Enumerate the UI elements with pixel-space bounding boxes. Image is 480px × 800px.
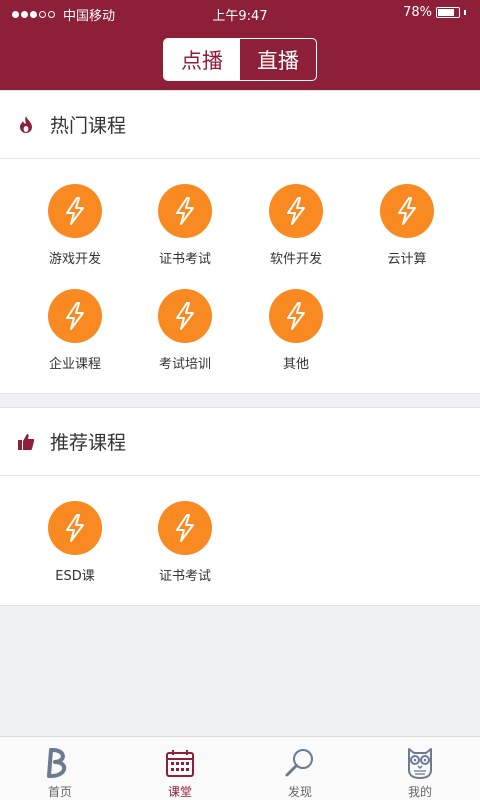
- magnifier-icon: [284, 745, 316, 781]
- recommended-courses-section: 推荐课程 ESD课 证书考试: [0, 407, 480, 606]
- battery-indicator: 78%: [403, 5, 466, 20]
- tab-label: 发现: [287, 785, 312, 799]
- tab-on-demand[interactable]: 点播: [164, 39, 240, 80]
- content-type-switch: 点播 直播: [163, 38, 317, 81]
- status-bar: 中国移动 上午9:47 78%: [0, 0, 480, 26]
- tab-live[interactable]: 直播: [240, 39, 316, 80]
- course-item[interactable]: 证书考试: [130, 184, 240, 267]
- tab-classroom[interactable]: 课堂: [120, 737, 240, 800]
- lightning-icon: [48, 501, 102, 555]
- course-item[interactable]: 软件开发: [241, 184, 351, 267]
- tab-discover[interactable]: 发现: [240, 737, 360, 800]
- lightning-icon: [48, 184, 102, 238]
- course-item[interactable]: ESD课: [20, 501, 130, 584]
- lightning-icon: [158, 184, 212, 238]
- recommended-courses-header: 推荐课程: [0, 408, 480, 476]
- lightning-icon: [158, 289, 212, 343]
- hot-courses-section: 热门课程 游戏开发 证书考试 软件开发 云计算 企业课程 考试培训 其他: [0, 90, 480, 394]
- course-item[interactable]: 其他: [241, 289, 351, 372]
- course-label: 游戏开发: [48, 252, 101, 267]
- course-item[interactable]: 考试培训: [130, 289, 240, 372]
- flame-icon: [16, 115, 36, 135]
- lightning-icon: [48, 289, 102, 343]
- course-item[interactable]: 企业课程: [20, 289, 130, 372]
- calendar-icon: [165, 745, 195, 781]
- lightning-icon: [380, 184, 434, 238]
- tab-label: 课堂: [167, 785, 192, 799]
- course-label: 企业课程: [48, 357, 101, 372]
- tab-label: 首页: [47, 785, 72, 799]
- lightning-icon: [269, 289, 323, 343]
- battery-percent: 78%: [403, 5, 432, 20]
- thumbs-up-icon: [16, 432, 36, 452]
- tab-mine[interactable]: 我的: [360, 737, 480, 800]
- course-label: ESD课: [55, 569, 95, 584]
- lightning-icon: [269, 184, 323, 238]
- owl-icon: [405, 745, 435, 781]
- hot-courses-header: 热门课程: [0, 91, 480, 159]
- course-label: 云计算: [387, 252, 427, 267]
- course-label: 证书考试: [158, 252, 211, 267]
- tab-home[interactable]: 首页: [0, 737, 120, 800]
- course-label: 其他: [282, 357, 309, 372]
- course-label: 软件开发: [269, 252, 322, 267]
- bottom-tab-bar: 首页 课堂 发现 我的: [0, 736, 480, 800]
- recommended-courses-title: 推荐课程: [50, 432, 127, 454]
- course-item[interactable]: 云计算: [352, 184, 462, 267]
- battery-nub: [464, 10, 466, 15]
- hot-courses-title: 热门课程: [50, 115, 127, 137]
- course-label: 考试培训: [158, 357, 211, 372]
- header-bar: 中国移动 上午9:47 78% 点播 直播: [0, 0, 480, 90]
- battery-icon: [436, 7, 460, 18]
- course-label: 证书考试: [158, 569, 211, 584]
- course-item[interactable]: 游戏开发: [20, 184, 130, 267]
- logo-b-icon: [45, 745, 75, 781]
- lightning-icon: [158, 501, 212, 555]
- tab-label: 我的: [407, 785, 432, 799]
- course-item[interactable]: 证书考试: [130, 501, 240, 584]
